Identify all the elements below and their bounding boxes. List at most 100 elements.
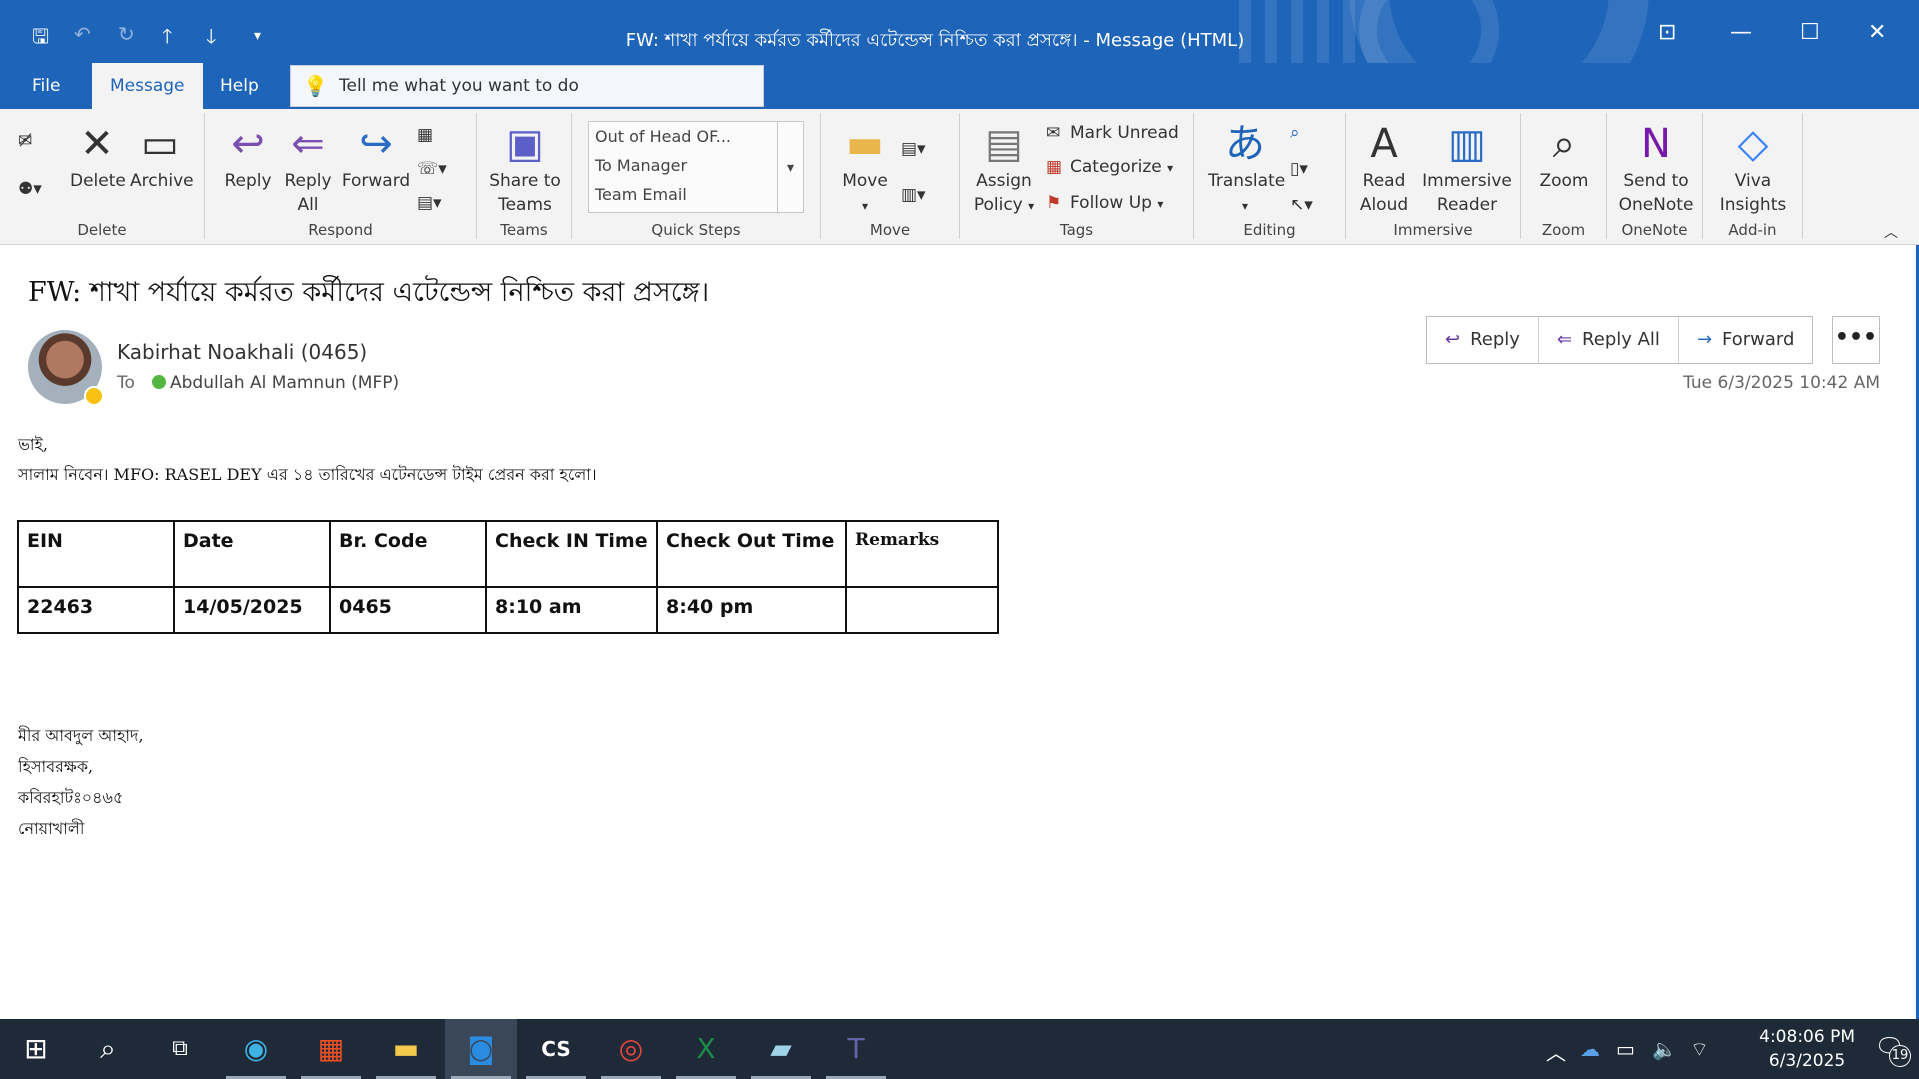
- show-hidden-icons-icon[interactable]: ︿: [1546, 1037, 1566, 1066]
- reply-all-icon: ⇐: [291, 121, 325, 167]
- table-header: Remarks: [845, 520, 999, 588]
- tab-message[interactable]: Message: [92, 63, 203, 109]
- body-line: সালাম নিবেন। MFO: RASEL DEY এর ১৪ তারিখে…: [18, 465, 597, 484]
- recipient-name[interactable]: Abdullah Al Mamnun (MFP): [170, 373, 399, 393]
- quick-step-item[interactable]: To Manager: [589, 151, 803, 180]
- close-button[interactable]: ✕: [1868, 20, 1886, 45]
- group-label: Move: [869, 221, 911, 239]
- gallery-expand-icon[interactable]: ▾: [777, 122, 803, 214]
- more-respond-icon[interactable]: ▤▾: [417, 191, 442, 215]
- undo-icon[interactable]: ↶: [74, 22, 91, 46]
- save-icon[interactable]: 🖫: [32, 22, 49, 56]
- notification-icon[interactable]: 🗨 19: [1875, 1033, 1911, 1067]
- teams-taskbar-icon[interactable]: T: [820, 1019, 892, 1079]
- table-cell: [845, 586, 999, 634]
- read-aloud-button[interactable]: A Read Aloud: [1354, 119, 1414, 217]
- collapse-ribbon-icon[interactable]: ︿: [1884, 221, 1898, 245]
- file-explorer-icon[interactable]: ▬: [370, 1019, 442, 1079]
- volume-icon[interactable]: 🔈: [1652, 1037, 1677, 1061]
- signature-line: নোয়াখালী: [18, 819, 85, 838]
- ribbon-reply-button[interactable]: ↩ Reply: [221, 119, 275, 193]
- group-move: ▬ Move ▾ ▤▾ ▥▾ Move: [821, 113, 960, 239]
- share-to-teams-button[interactable]: ▣ Share to Teams: [485, 119, 565, 217]
- cs-app-icon[interactable]: CS: [520, 1019, 592, 1079]
- im-icon[interactable]: ☏▾: [417, 157, 447, 181]
- group-label: Add-in: [1728, 221, 1777, 239]
- reply-button[interactable]: ↩ Reply: [1427, 317, 1539, 363]
- signature-line: কবিরহাটঃ০৪৬৫: [18, 788, 124, 807]
- tell-me-search[interactable]: 💡 Tell me what you want to do: [290, 65, 764, 107]
- previous-item-icon[interactable]: 🡑: [162, 22, 172, 56]
- related-icon[interactable]: ▯▾: [1290, 157, 1308, 181]
- excel-icon[interactable]: X: [670, 1019, 742, 1079]
- edge-icon[interactable]: ◉: [220, 1019, 292, 1079]
- tab-help[interactable]: Help: [220, 63, 259, 109]
- ignore-icon[interactable]: ✉̸: [18, 129, 32, 153]
- task-view-icon[interactable]: ⧉: [144, 1019, 216, 1079]
- next-item-icon[interactable]: 🡓: [206, 22, 216, 56]
- zoom-button[interactable]: ⌕ Zoom: [1533, 119, 1595, 193]
- group-teams: ▣ Share to Teams Teams: [477, 113, 572, 239]
- quick-step-item[interactable]: Out of Head OF...: [589, 122, 803, 151]
- translate-button[interactable]: あ Translate ▾: [1208, 119, 1285, 218]
- immersive-reader-button[interactable]: ▥ Immersive Reader: [1422, 119, 1512, 217]
- customize-quick-access-icon[interactable]: ▾: [254, 28, 261, 44]
- table-header: Check Out Time: [656, 520, 847, 588]
- presence-available-icon: [152, 375, 166, 389]
- translate-icon: あ: [1225, 121, 1265, 167]
- search-icon[interactable]: ⌕: [72, 1019, 144, 1079]
- sender-name[interactable]: Kabirhat Noakhali (0465): [117, 340, 367, 364]
- message-subject: FW: শাখা পর্যায়ে কর্মরত কর্মীদের এটেন্ড…: [28, 277, 710, 308]
- assign-policy-button[interactable]: ▤ Assign Policy ▾: [972, 119, 1036, 218]
- forward-button[interactable]: → Forward: [1679, 317, 1812, 363]
- ribbon-forward-button[interactable]: ↪ Forward: [341, 119, 411, 193]
- signature-line: মীর আবদুল আহাদ,: [18, 726, 144, 745]
- greeting: ভাই,: [18, 435, 48, 454]
- more-actions-button[interactable]: •••: [1832, 316, 1880, 364]
- battery-icon[interactable]: ▭: [1616, 1037, 1635, 1061]
- chrome-icon[interactable]: ◎: [595, 1019, 667, 1079]
- junk-icon[interactable]: ⚉▾: [18, 177, 42, 201]
- actions-icon[interactable]: ▥▾: [901, 183, 926, 207]
- delete-icon: ✕: [80, 121, 114, 167]
- message-body: ভাই, সালাম নিবেন। MFO: RASEL DEY এর ১৪ ত…: [18, 430, 597, 490]
- archive-button[interactable]: ▭ Archive: [130, 119, 194, 193]
- clock-time: 4:08:06 PM: [1759, 1027, 1855, 1047]
- viva-insights-button[interactable]: ◇ Viva Insights: [1715, 119, 1791, 217]
- group-label: Tags: [1059, 221, 1094, 239]
- tab-file[interactable]: File: [32, 63, 60, 109]
- quick-step-item[interactable]: Team Email: [589, 180, 803, 209]
- outlook-icon[interactable]: ◙: [445, 1019, 517, 1079]
- table-cell: 14/05/2025: [173, 586, 331, 634]
- clock[interactable]: 4:08:06 PM 6/3/2025: [1759, 1025, 1855, 1073]
- start-icon[interactable]: ⊞: [0, 1019, 72, 1079]
- mark-unread-button[interactable]: ✉ Mark Unread: [1046, 121, 1179, 145]
- meeting-icon[interactable]: ▦: [417, 123, 433, 147]
- find-icon[interactable]: ⌕: [1290, 121, 1300, 145]
- follow-up-button[interactable]: ⚑ Follow Up ▾: [1046, 191, 1163, 216]
- onedrive-icon[interactable]: ☁: [1580, 1037, 1600, 1061]
- store-icon[interactable]: ▦: [295, 1019, 367, 1079]
- delete-button[interactable]: ✕ Delete: [70, 119, 126, 193]
- rules-icon[interactable]: ▤▾: [901, 137, 926, 161]
- reader-icon: ▥: [1448, 121, 1486, 167]
- select-icon[interactable]: ↖▾: [1290, 193, 1313, 217]
- minimize-button[interactable]: —: [1730, 20, 1752, 45]
- ribbon-reply-all-button[interactable]: ⇐ Reply All: [281, 119, 335, 217]
- group-respond: ↩ Reply ⇐ Reply All ↪ Forward ▦ ☏▾ ▤▾ Re…: [205, 113, 477, 239]
- read-aloud-icon: A: [1370, 121, 1398, 167]
- table-cell: 22463: [17, 586, 175, 634]
- redo-icon[interactable]: ↻: [118, 22, 135, 46]
- reply-all-button[interactable]: ⇐ Reply All: [1539, 317, 1679, 363]
- maximize-button[interactable]: ☐: [1800, 20, 1820, 45]
- send-to-onenote-button[interactable]: N Send to OneNote: [1617, 119, 1695, 217]
- categorize-button[interactable]: ▦ Categorize ▾: [1046, 155, 1173, 180]
- restore-ribbon-icon[interactable]: ⊡: [1658, 20, 1676, 45]
- notepad-icon[interactable]: ▰: [745, 1019, 817, 1079]
- avatar: [28, 330, 104, 406]
- move-button[interactable]: ▬ Move ▾: [837, 119, 893, 218]
- policy-icon: ▤: [985, 121, 1023, 167]
- flag-icon: ⚑: [1046, 193, 1062, 213]
- group-delete: ✉̸ ⚉▾ ✕ Delete ▭ Archive Delete: [0, 113, 205, 239]
- wifi-icon[interactable]: ⌔: [1690, 1037, 1709, 1062]
